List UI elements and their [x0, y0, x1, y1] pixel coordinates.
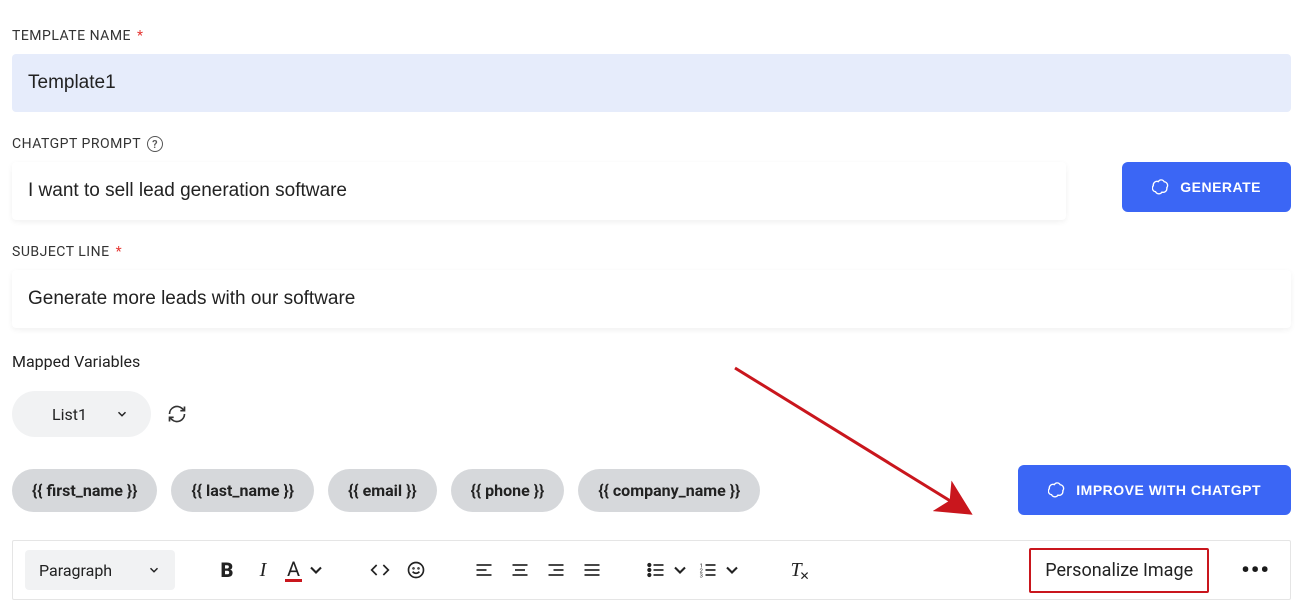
align-justify-button[interactable] — [574, 552, 610, 588]
block-format-select[interactable]: Paragraph — [25, 550, 175, 590]
chevron-down-icon — [115, 407, 129, 421]
generate-button[interactable]: GENERATE — [1122, 162, 1291, 212]
chevron-down-icon — [670, 560, 690, 580]
align-right-icon — [546, 560, 566, 580]
required-star: * — [137, 28, 144, 44]
template-name-input[interactable] — [12, 54, 1291, 112]
clear-formatting-button[interactable]: T✕ — [778, 552, 814, 588]
numbered-list-icon: 123 — [698, 560, 718, 580]
smile-icon — [406, 560, 426, 580]
numbered-list-button[interactable]: 123 — [694, 552, 746, 588]
chip-email[interactable]: {{ email }} — [328, 469, 437, 512]
code-button[interactable] — [362, 552, 398, 588]
align-center-icon — [510, 560, 530, 580]
template-name-label: TEMPLATE NAME * — [12, 28, 1291, 44]
mapped-variables-label: Mapped Variables — [12, 352, 1291, 371]
variable-chips-row: {{ first_name }} {{ last_name }} {{ emai… — [12, 469, 1291, 512]
chip-first-name[interactable]: {{ first_name }} — [12, 469, 157, 512]
required-star: * — [116, 244, 123, 260]
openai-icon — [1152, 178, 1170, 196]
emoji-button[interactable] — [398, 552, 434, 588]
chip-company-name[interactable]: {{ company_name }} — [578, 469, 760, 512]
bold-button[interactable]: B — [209, 552, 245, 588]
align-justify-icon — [582, 560, 602, 580]
svg-text:3: 3 — [700, 574, 703, 580]
openai-icon — [1048, 481, 1066, 499]
align-right-button[interactable] — [538, 552, 574, 588]
refresh-icon — [167, 404, 187, 424]
chip-phone[interactable]: {{ phone }} — [451, 469, 565, 512]
code-icon — [370, 560, 390, 580]
align-left-button[interactable] — [466, 552, 502, 588]
help-icon[interactable]: ? — [147, 136, 163, 152]
more-options-button[interactable]: ••• — [1233, 556, 1278, 584]
chatgpt-prompt-label: CHATGPT PROMPT ? — [12, 136, 1291, 152]
chatgpt-prompt-input[interactable] — [12, 162, 1066, 220]
chevron-down-icon — [147, 563, 161, 577]
list-select[interactable]: List1 — [12, 391, 151, 437]
align-center-button[interactable] — [502, 552, 538, 588]
bullet-list-icon — [646, 560, 666, 580]
editor-toolbar: Paragraph B I A — [12, 540, 1291, 600]
refresh-button[interactable] — [167, 404, 187, 424]
bullet-list-button[interactable] — [642, 552, 694, 588]
chip-last-name[interactable]: {{ last_name }} — [171, 469, 314, 512]
text-color-button[interactable]: A — [281, 552, 330, 588]
align-left-icon — [474, 560, 494, 580]
improve-with-chatgpt-button[interactable]: IMPROVE WITH CHATGPT — [1018, 465, 1291, 515]
subject-line-label: SUBJECT LINE * — [12, 244, 1291, 260]
italic-button[interactable]: I — [245, 552, 281, 588]
subject-line-input[interactable] — [12, 270, 1291, 328]
chevron-down-icon — [306, 560, 326, 580]
chevron-down-icon — [722, 560, 742, 580]
personalize-image-button[interactable]: Personalize Image — [1029, 548, 1209, 593]
